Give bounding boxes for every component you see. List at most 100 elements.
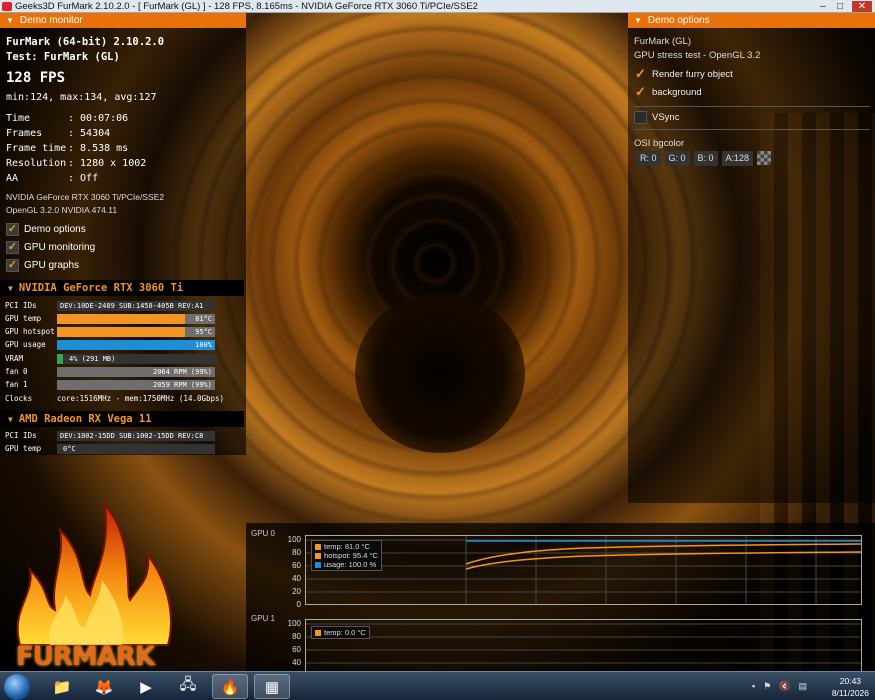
checkbox-vsync[interactable]: VSync <box>634 110 679 124</box>
minimize-icon[interactable]: – <box>815 1 831 12</box>
legend-label: temp: 0.0 °C <box>324 628 366 637</box>
legend-swatch <box>315 629 321 636</box>
pci-ids-value: DEV:1002-15DD SUB:1002-15DD REV:C8 <box>60 431 204 440</box>
gpu1-name: AMD Radeon RX Vega 11 <box>18 413 152 425</box>
fps-readout: 128 FPS <box>6 70 66 86</box>
checkbox-label: GPU monitoring <box>24 241 96 253</box>
maximize-icon[interactable]: □ <box>832 1 848 12</box>
stat-row-frames: Frames: 54304 <box>6 126 146 141</box>
speaker-muted-icon[interactable]: 🔇 <box>779 681 790 692</box>
gpu-temp-value: 81°C <box>195 314 212 323</box>
gpu-usage-bar-fill <box>57 339 215 350</box>
stat-value: : Off <box>68 173 99 184</box>
color-field-g[interactable]: G: 0 <box>664 151 690 166</box>
checkmark-icon[interactable]: ✓ <box>6 240 19 254</box>
network-tray-icon[interactable]: ▤ <box>799 681 808 692</box>
metric-label: Clocks <box>5 394 33 403</box>
color-field-a[interactable]: A:128 <box>721 151 754 166</box>
start-button[interactable] <box>4 674 30 700</box>
color-field-b[interactable]: B: 0 <box>693 151 718 166</box>
checkbox-gpu-graphs[interactable]: ✓ GPU graphs <box>6 258 79 272</box>
gpu0-usage: GPU usage 100% <box>5 339 215 350</box>
firefox-icon[interactable]: 🦊 <box>86 674 122 699</box>
flame-icon <box>16 501 172 646</box>
checkmark-icon[interactable]: ✓ <box>6 222 19 236</box>
demo-monitor-header[interactable]: ▼ Demo monitor <box>0 13 246 28</box>
color-field-r[interactable]: R: 0 <box>636 151 661 166</box>
system-tray-icons: ▪ ⚑ 🔇 ▤ <box>752 681 807 692</box>
gpu-hotspot-value: 95°C <box>195 327 212 336</box>
color-swatch[interactable] <box>757 151 772 165</box>
legend-item: usage: 100.0 % <box>315 560 378 569</box>
fan0-bar: 2064 RPM (99%) <box>57 366 215 377</box>
close-icon[interactable]: ✕ <box>852 1 872 12</box>
gpu1-temp-value: 0°C <box>63 444 76 453</box>
pci-ids-field: DEV:1002-15DD SUB:1002-15DD REV:C8 <box>57 430 215 441</box>
stat-value: : 1280 x 1002 <box>68 158 147 169</box>
collapse-arrow-icon[interactable]: ▼ <box>6 13 14 28</box>
stat-key: Time <box>6 113 31 124</box>
checkbox-label: GPU graphs <box>24 259 80 271</box>
gpu0-clocks: Clocks core:1516MHz - mem:1750MHz (14.0G… <box>5 393 224 404</box>
clock[interactable]: 20:43 8/11/2026 <box>832 675 869 699</box>
gpu1-header[interactable]: ▼ AMD Radeon RX Vega 11 <box>0 411 244 427</box>
gpu0-temp: GPU temp 81°C <box>5 313 215 324</box>
pci-ids-field: DEV:10DE-2489 SUB:1458-405B REV:A1 <box>57 300 215 311</box>
checkbox-label: Demo options <box>24 223 86 235</box>
gpu-usage-bar: 100% <box>57 339 215 350</box>
collapse-arrow-icon[interactable]: ▼ <box>634 13 642 28</box>
legend-swatch <box>315 561 321 568</box>
nvidia-tray-icon[interactable]: ▪ <box>752 681 755 692</box>
folder-icon[interactable]: 📁 <box>44 674 80 699</box>
legend-label: hotspot: 95.4 °C <box>324 551 378 560</box>
y-tick: 20 <box>292 587 301 596</box>
gpu1-graph: temp: 0.0 °C <box>305 619 862 671</box>
flag-tray-icon[interactable]: ⚑ <box>763 681 771 692</box>
furmark-logo-text: FURMARK <box>16 642 155 672</box>
legend-swatch <box>315 543 321 550</box>
fan0-value: 2064 RPM (99%) <box>152 367 212 376</box>
media-player-icon[interactable]: ▶ <box>128 674 164 699</box>
y-tick: 100 <box>287 619 301 628</box>
checkbox-demo-options[interactable]: ✓ Demo options <box>6 222 86 236</box>
demo-monitor-title: Demo monitor <box>19 15 83 26</box>
furmark-icon[interactable]: 🔥 <box>212 674 248 699</box>
y-tick: 40 <box>292 574 301 583</box>
gpu0-vram: VRAM 4% (291 MB) <box>5 353 215 364</box>
gpu1-temp-bar: 0°C <box>57 443 215 454</box>
gpu1-graph-grid <box>306 623 861 664</box>
demo-options-header[interactable]: ▼ Demo options <box>628 13 875 28</box>
app-window-icon[interactable]: ▦ <box>254 674 290 699</box>
separator <box>634 106 870 107</box>
y-tick: 80 <box>292 548 301 557</box>
checkbox-background[interactable]: ✓ background <box>634 85 702 99</box>
window-title: Geeks3D FurMark 2.10.2.0 - [ FurMark (GL… <box>15 1 478 12</box>
y-tick: 40 <box>292 658 301 667</box>
gpu0-name: NVIDIA GeForce RTX 3060 Ti <box>18 282 184 294</box>
checkbox-empty-icon[interactable] <box>634 110 647 124</box>
vram-bar: 4% (291 MB) <box>57 353 215 364</box>
y-tick: 80 <box>292 632 301 641</box>
network-icon[interactable]: 🖧 <box>170 674 206 699</box>
window-title-bar[interactable]: Geeks3D FurMark 2.10.2.0 - [ FurMark (GL… <box>0 0 875 13</box>
legend-label: usage: 100.0 % <box>324 560 377 569</box>
checkbox-gpu-monitoring[interactable]: ✓ GPU monitoring <box>6 240 95 254</box>
checkmark-icon[interactable]: ✓ <box>634 85 647 99</box>
stat-key: Frame time <box>6 143 67 154</box>
metric-label: PCI IDs <box>5 301 37 310</box>
checkmark-icon[interactable]: ✓ <box>634 67 647 81</box>
y-tick: 60 <box>292 645 301 654</box>
demo-name: FurMark (GL) <box>634 36 691 47</box>
gpu-temp-bar: 81°C <box>57 313 215 324</box>
gpu-temp-bar-fill <box>57 313 185 324</box>
checkbox-render-furry-object[interactable]: ✓ Render furry object <box>634 67 733 81</box>
stats-table: Time: 00:07:06 Frames: 54304 Frame time:… <box>6 111 146 186</box>
gpu1-graph-title: GPU 1 <box>251 614 276 623</box>
checkbox-label: Render furry object <box>652 68 733 80</box>
gpu0-header[interactable]: ▼ NVIDIA GeForce RTX 3060 Ti <box>0 280 244 296</box>
checkmark-icon[interactable]: ✓ <box>6 258 19 272</box>
clock-date: 8/11/2026 <box>831 688 869 698</box>
fps-stats: min:124, max:134, avg:127 <box>6 92 157 103</box>
collapse-arrow-icon[interactable]: ▼ <box>8 415 13 424</box>
collapse-arrow-icon[interactable]: ▼ <box>8 284 13 293</box>
